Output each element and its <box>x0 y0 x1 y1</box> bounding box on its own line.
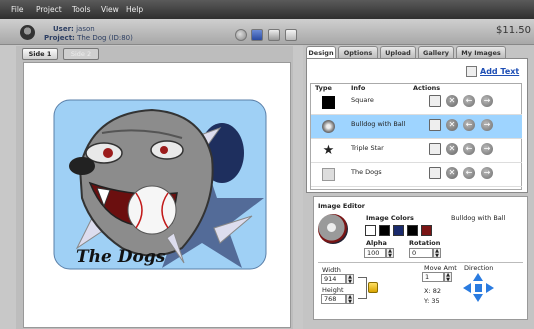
arrow-left-icon[interactable]: ← <box>463 119 475 131</box>
rotation-input[interactable]: 0 <box>409 248 433 258</box>
menu-help[interactable]: Help <box>126 5 143 14</box>
tab-gallery[interactable]: Gallery <box>418 46 454 58</box>
color-swatch[interactable] <box>379 225 390 236</box>
menu-file[interactable]: File <box>11 5 24 14</box>
arrow-right-icon[interactable]: → <box>481 95 493 107</box>
delete-icon[interactable]: ✕ <box>446 95 458 107</box>
save-icon[interactable] <box>251 29 263 41</box>
arrow-left-icon[interactable]: ← <box>463 167 475 179</box>
x-label: X: <box>424 287 431 295</box>
width-stepper[interactable]: ▲ ▼ <box>346 274 354 285</box>
arrow-down-icon[interactable] <box>473 294 483 302</box>
row-info: Triple Star <box>351 144 384 152</box>
arrow-left-direction-icon[interactable] <box>463 283 471 293</box>
side1-button[interactable]: Side 1 <box>22 48 58 60</box>
y-label: Y: <box>424 297 430 305</box>
rotation-stepper[interactable]: ▲ ▼ <box>433 248 441 259</box>
delete-icon[interactable]: ✕ <box>446 119 458 131</box>
direction-label: Direction <box>464 264 494 272</box>
arrow-left-icon[interactable]: ← <box>463 95 475 107</box>
print-icon[interactable] <box>268 29 280 41</box>
direction-center <box>475 284 482 292</box>
logo-icon <box>20 25 35 40</box>
width-input[interactable]: 914 <box>321 274 346 284</box>
color-swatch[interactable] <box>365 225 376 236</box>
table-row[interactable]: ★ Triple Star ✕ ← → <box>311 139 522 163</box>
bulldog-artwork[interactable]: The Dogs <box>52 98 268 271</box>
move-amt-input[interactable]: 1 <box>422 272 444 282</box>
color-swatch[interactable] <box>407 225 418 236</box>
alpha-stepper[interactable]: ▲ ▼ <box>386 248 394 259</box>
row-info: The Dogs <box>351 168 382 176</box>
price-label: $11.50 <box>496 25 531 36</box>
image-name-label: Bulldog with Ball <box>451 214 506 222</box>
height-label: Height <box>322 286 344 294</box>
x-value: 82 <box>432 287 442 295</box>
table-row[interactable]: Bulldog with Ball ✕ ← → <box>311 115 522 139</box>
aspect-bracket <box>358 277 367 299</box>
edit-icon[interactable] <box>429 119 441 131</box>
width-label: Width <box>322 266 341 274</box>
tab-upload[interactable]: Upload <box>380 46 416 58</box>
height-input[interactable]: 768 <box>321 294 346 304</box>
side2-button[interactable]: Side 2 <box>63 48 99 60</box>
rotation-label: Rotation <box>409 239 441 247</box>
y-coordinate: Y: 35 <box>424 297 440 305</box>
user-label: User: <box>53 25 74 33</box>
project-label: Project: <box>44 34 75 42</box>
alpha-label: Alpha <box>366 239 387 247</box>
image-preview-thumbnail <box>318 214 348 244</box>
y-value: 35 <box>431 297 440 305</box>
project-line: Project: The Dog (ID:80) <box>44 34 133 42</box>
art-caption: The Dogs <box>76 247 166 267</box>
preview-icon[interactable] <box>285 29 297 41</box>
tab-my-images[interactable]: My Images <box>456 46 506 58</box>
color-swatch[interactable] <box>393 225 404 236</box>
arrow-up-icon[interactable] <box>473 273 483 281</box>
help-icon[interactable] <box>235 29 247 41</box>
text-thumb-icon <box>322 168 335 181</box>
delete-icon[interactable]: ✕ <box>446 167 458 179</box>
divider <box>318 262 523 263</box>
move-amt-stepper[interactable]: ▲ ▼ <box>444 272 452 283</box>
image-colors-label: Image Colors <box>366 214 414 222</box>
arrow-right-icon[interactable]: → <box>481 143 493 155</box>
color-swatch[interactable] <box>421 225 432 236</box>
add-text-icon[interactable] <box>466 66 477 77</box>
edit-icon[interactable] <box>429 95 441 107</box>
edit-icon[interactable] <box>429 143 441 155</box>
table-row[interactable]: The Dogs ✕ ← → <box>311 163 522 187</box>
user-value: jason <box>76 25 95 33</box>
x-coordinate: X: 82 <box>424 287 441 295</box>
image-editor-title: Image Editor <box>318 202 366 210</box>
row-info: Square <box>351 96 374 104</box>
square-thumb-icon <box>322 96 335 109</box>
menu-bar: File Project Tools View Help <box>0 0 534 19</box>
star-thumb-icon: ★ <box>322 143 335 158</box>
user-line: User: jason <box>53 25 95 33</box>
move-amt-label: Move Amt <box>424 264 457 272</box>
arrow-right-direction-icon[interactable] <box>486 283 494 293</box>
delete-icon[interactable]: ✕ <box>446 143 458 155</box>
menu-tools[interactable]: Tools <box>72 5 90 14</box>
project-value: The Dog (ID:80) <box>77 34 133 42</box>
menu-project[interactable]: Project <box>36 5 62 14</box>
arrow-right-icon[interactable]: → <box>481 167 493 179</box>
arrow-right-icon[interactable]: → <box>481 119 493 131</box>
row-info: Bulldog with Ball <box>351 120 406 128</box>
menu-view[interactable]: View <box>101 5 119 14</box>
edit-icon[interactable] <box>429 167 441 179</box>
lock-icon[interactable] <box>368 282 378 293</box>
bulldog-thumb-icon <box>322 120 335 133</box>
arrow-left-icon[interactable]: ← <box>463 143 475 155</box>
height-stepper[interactable]: ▲ ▼ <box>346 294 354 305</box>
add-text-link[interactable]: Add Text <box>480 67 519 76</box>
table-row[interactable]: Square ✕ ← → <box>311 91 522 115</box>
alpha-input[interactable]: 100 <box>364 248 386 258</box>
tab-options[interactable]: Options <box>338 46 378 58</box>
